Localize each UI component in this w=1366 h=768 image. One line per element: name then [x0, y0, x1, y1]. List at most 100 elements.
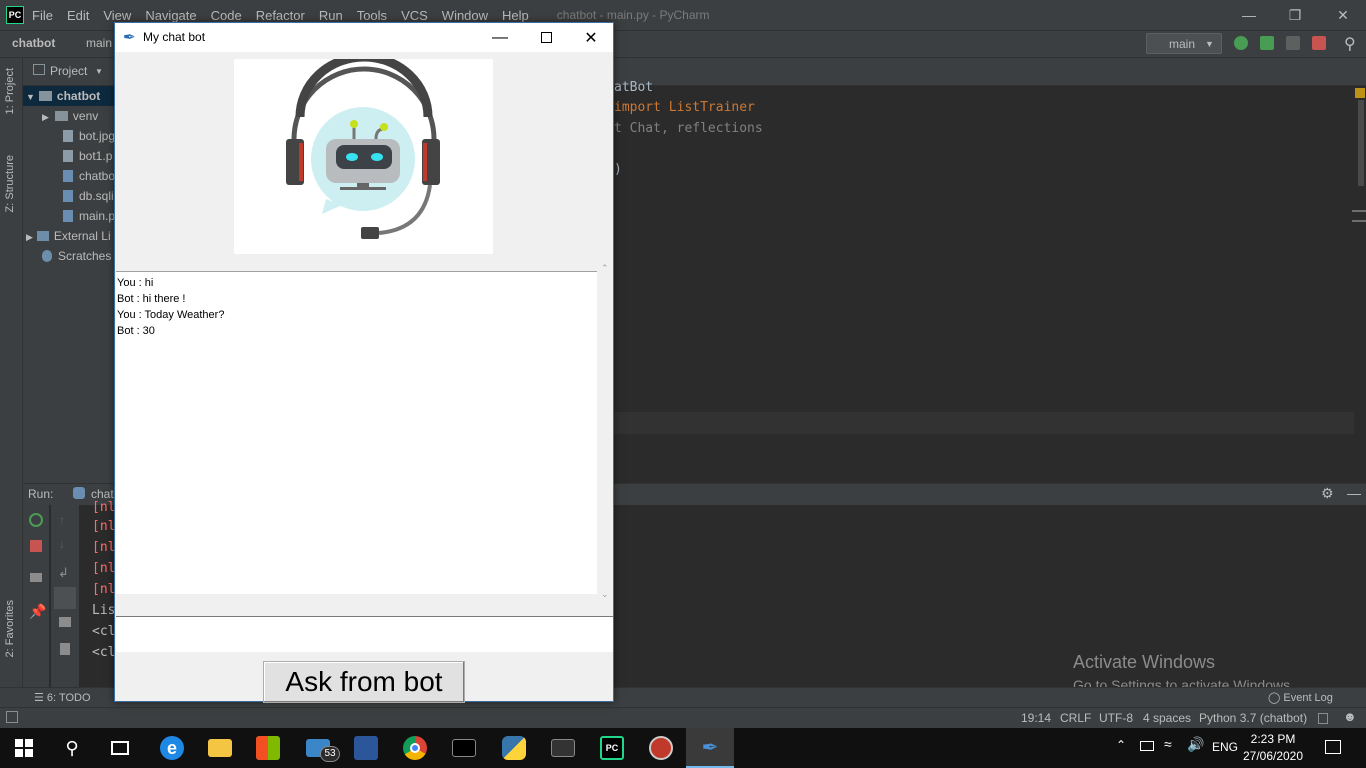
status-encoding[interactable]: UTF-8: [1099, 711, 1133, 725]
status-line-separator[interactable]: CRLF: [1060, 711, 1091, 725]
menu-edit[interactable]: Edit: [67, 8, 89, 23]
menu-navigate[interactable]: Navigate: [145, 8, 196, 23]
wifi-icon[interactable]: ≈: [1164, 736, 1172, 752]
soft-wrap-icon[interactable]: ↲: [58, 565, 69, 581]
warning-marker-icon[interactable]: [1355, 88, 1365, 98]
tree-item-file[interactable]: bot1.p: [63, 149, 112, 163]
trash-icon[interactable]: [60, 643, 70, 655]
chat-history[interactable]: You : hi Bot : hi there ! You : Today We…: [116, 271, 597, 594]
start-button[interactable]: [0, 728, 48, 768]
menu-run[interactable]: Run: [319, 8, 343, 23]
task-view-icon[interactable]: [96, 728, 144, 768]
search-icon[interactable]: ⚲: [1344, 34, 1356, 54]
gear-icon[interactable]: ⚙: [1321, 485, 1334, 502]
menu-vcs[interactable]: VCS: [401, 8, 428, 23]
lock-icon[interactable]: [1318, 713, 1328, 724]
ask-from-bot-button[interactable]: Ask from bot: [263, 661, 465, 703]
debug-icon[interactable]: [1260, 36, 1274, 50]
pin-icon[interactable]: 📌: [29, 603, 46, 620]
breadcrumb-project[interactable]: chatbot: [12, 36, 55, 50]
tree-item-file[interactable]: main.p: [63, 209, 115, 223]
terminal-icon[interactable]: [539, 728, 587, 768]
tree-item-venv[interactable]: ▶ venv: [42, 109, 98, 123]
menu-refactor[interactable]: Refactor: [256, 8, 305, 23]
store-icon[interactable]: [244, 728, 292, 768]
tree-item-external-libraries[interactable]: ▶ External Li: [26, 229, 111, 243]
tab-project[interactable]: 1: Project: [4, 68, 16, 114]
battery-icon[interactable]: [1140, 741, 1154, 751]
stop-icon[interactable]: [1312, 36, 1326, 50]
language-indicator[interactable]: ENG: [1212, 740, 1238, 754]
todo-tab[interactable]: ☰ 6: TODO: [34, 691, 91, 704]
run-icon[interactable]: [1234, 36, 1248, 50]
run-config-dropdown[interactable]: main ▼: [1146, 33, 1222, 54]
maximize-icon[interactable]: [523, 23, 569, 52]
menu-code[interactable]: Code: [211, 8, 242, 23]
minimize-panel-icon[interactable]: —: [1347, 485, 1361, 501]
ide-close-icon[interactable]: ✕: [1320, 0, 1366, 30]
search-icon[interactable]: ⚲: [48, 728, 96, 768]
message-input[interactable]: [116, 616, 613, 652]
project-panel-title[interactable]: Project: [50, 64, 87, 78]
notifications-icon[interactable]: [1325, 740, 1341, 754]
minimize-icon[interactable]: —: [477, 23, 523, 52]
chat-message: Bot : 30: [117, 325, 155, 337]
layout-icon[interactable]: [30, 573, 42, 582]
scroll-down-icon[interactable]: ⌄: [601, 589, 609, 600]
tree-item-file[interactable]: chatbo: [63, 169, 115, 183]
volume-icon[interactable]: 🔊: [1187, 736, 1204, 753]
tab-favorites[interactable]: 2: Favorites: [4, 600, 16, 657]
menu-window[interactable]: Window: [442, 8, 488, 23]
status-indent[interactable]: 4 spaces: [1143, 711, 1191, 725]
scroll-to-end-icon[interactable]: [54, 587, 76, 609]
task-view-frame: [111, 741, 129, 755]
tree-item-file[interactable]: db.sqli: [63, 189, 114, 203]
scrollbar-thumb[interactable]: [1358, 100, 1364, 186]
coverage-icon[interactable]: [1286, 36, 1300, 50]
scroll-up-icon[interactable]: ⌃: [601, 263, 609, 274]
cmd-icon[interactable]: [440, 728, 488, 768]
menu-help[interactable]: Help: [502, 8, 529, 23]
chat-scrollbar[interactable]: ⌃ ⌄: [597, 261, 613, 606]
pycharm-taskbar-icon[interactable]: PC: [588, 728, 636, 768]
tray-chevron-up-icon[interactable]: ⌃: [1116, 738, 1126, 752]
print-icon[interactable]: [59, 617, 71, 627]
windows-logo-icon: [15, 739, 33, 757]
word-icon[interactable]: [342, 728, 390, 768]
code-line: import ListTrainer: [614, 100, 755, 115]
ide-restore-icon[interactable]: ❐: [1272, 0, 1318, 30]
tab-structure[interactable]: Z: Structure: [4, 155, 16, 212]
close-icon[interactable]: ✕: [568, 23, 614, 52]
file-explorer-icon[interactable]: [196, 728, 244, 768]
edge-icon[interactable]: e: [148, 728, 196, 768]
tree-item-chatbot[interactable]: ▼ chatbot: [26, 89, 100, 103]
menu-view[interactable]: View: [103, 8, 131, 23]
menu-file[interactable]: File: [32, 8, 53, 23]
run-tab-label[interactable]: chat: [91, 487, 114, 501]
tree-item-scratches[interactable]: Scratches: [42, 249, 111, 263]
event-log-tab[interactable]: ◯ Event Log: [1268, 691, 1333, 704]
run-label: Run:: [28, 487, 54, 501]
chevron-down-icon[interactable]: ▼: [95, 67, 103, 76]
chat-message: You : hi: [117, 277, 154, 289]
clock[interactable]: 2:23 PM 27/06/2020: [1240, 731, 1306, 765]
pycharm-glyph: PC: [600, 736, 624, 760]
status-position[interactable]: 19:14: [1021, 711, 1051, 725]
arrow-down-icon[interactable]: ↓: [59, 537, 65, 551]
event-log-icon: ◯: [1268, 692, 1284, 704]
tree-item-file[interactable]: bot.jpg: [63, 129, 115, 143]
toggle-tool-windows-icon[interactable]: [6, 711, 18, 723]
menu-tools[interactable]: Tools: [357, 8, 387, 23]
chrome-icon[interactable]: [391, 728, 439, 768]
breadcrumb-file[interactable]: main: [86, 36, 112, 50]
spider-app-icon[interactable]: [637, 728, 685, 768]
rerun-icon[interactable]: [29, 513, 43, 527]
inspector-icon[interactable]: ☻: [1343, 709, 1357, 724]
tk-feather-icon[interactable]: ✒: [686, 728, 734, 768]
stop-icon[interactable]: [30, 540, 42, 552]
python-idle-icon[interactable]: [490, 728, 538, 768]
status-interpreter[interactable]: Python 3.7 (chatbot): [1199, 711, 1307, 725]
arrow-up-icon[interactable]: ↑: [59, 513, 65, 527]
ide-minimize-icon[interactable]: —: [1226, 0, 1272, 30]
chat-window-titlebar[interactable]: ✒ My chat bot — ✕: [115, 23, 613, 52]
